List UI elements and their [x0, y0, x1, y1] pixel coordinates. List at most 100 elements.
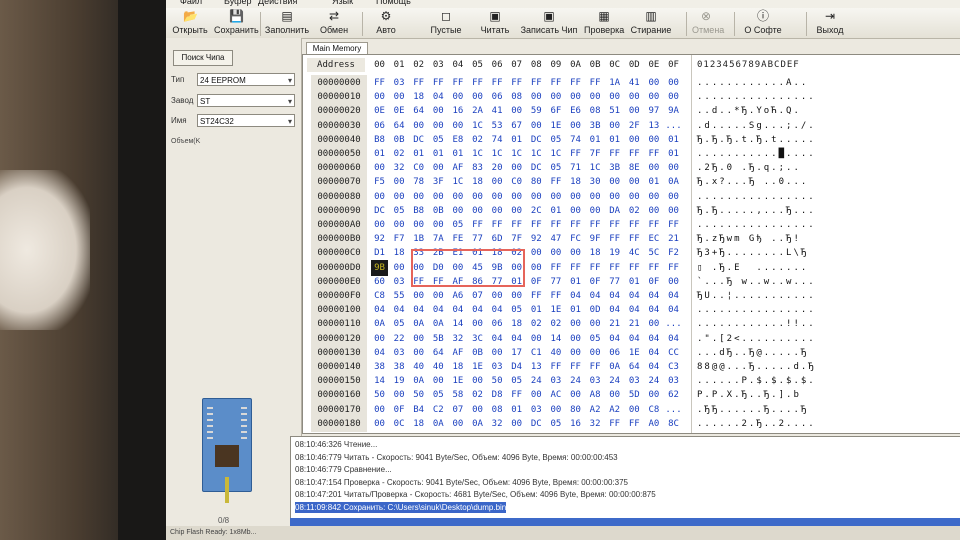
hex-ascii-divider [691, 55, 692, 433]
column-header: 0A [570, 60, 581, 70]
hex-byte[interactable]: 32 [489, 416, 506, 432]
toolbar-button: ⊗ Отмена [692, 8, 724, 38]
chip-pin [241, 407, 247, 409]
ascii-text: ......2.Ђ..2.... [697, 418, 816, 429]
toolbar-button[interactable]: ◻ Пустые [428, 8, 464, 38]
toolbar-button[interactable]: 📂 Открыть [172, 8, 208, 38]
eraser-icon: ◻ [441, 9, 451, 23]
log-panel[interactable]: 08:10:46:326 Чтение... 08:10:46:779 Читат… [290, 436, 960, 520]
column-header: 0C [609, 60, 621, 70]
ascii-header: 0123456789ABCDEF [697, 60, 800, 70]
hex-byte[interactable]: 8C [665, 416, 682, 432]
toolbar-button-label: Выход [816, 25, 844, 35]
menu-item[interactable]: Буфер [224, 0, 252, 6]
column-header: 00 [374, 60, 385, 70]
column-header: 02 [413, 60, 425, 70]
column-header: 03 [432, 60, 444, 70]
column-header: 0F [668, 60, 679, 70]
toolbar-button-label: Читать [480, 25, 510, 35]
toolbar-button[interactable]: ⇄ Обмен [316, 8, 352, 38]
hex-byte[interactable]: 18 [410, 416, 427, 432]
chip-socket-icon [202, 398, 252, 503]
toolbar-button-label: О Софте [744, 25, 782, 35]
toolbar-button[interactable]: ⇥ Выход [812, 8, 848, 38]
toolbar-button-label: Стирание [630, 25, 672, 35]
toolbar-separator [806, 12, 807, 36]
folder-open-icon: 📂 [183, 9, 198, 23]
highlight-marker [411, 249, 525, 287]
menu-bar: Файл Буфер Действия Язык Помощь [166, 0, 960, 8]
hex-byte[interactable]: FF [606, 416, 623, 432]
chip-pin [241, 431, 247, 433]
name-label: Имя [171, 116, 187, 125]
row-address: 00000180 [311, 415, 367, 432]
chip-pin [241, 425, 247, 427]
log-line: 08:10:46:779 Читать - Скорость: 9041 Byt… [295, 452, 618, 462]
column-header: 0D [628, 60, 640, 70]
hex-byte[interactable]: 00 [508, 416, 525, 432]
erase-icon: ▥ [645, 9, 657, 23]
toolbar-button[interactable]: ⚙ Авто [372, 8, 400, 38]
type-row: Тип 24 EEPROM ▾ [171, 73, 299, 87]
chevron-down-icon: ▾ [287, 76, 292, 85]
toolbar-button[interactable]: ▥ Стирание [626, 8, 676, 38]
chip-pin [207, 419, 213, 421]
memory-hex-view[interactable]: Address 00 01 02 03 04 05 06 07 08 09 0A 0B 0C 0D 0E 0F… [302, 54, 960, 434]
read-chip-icon: ▣ [489, 9, 501, 23]
menu-item[interactable]: Действия [258, 0, 297, 6]
chip-pin [241, 419, 247, 421]
column-header: 09 [550, 60, 562, 70]
auto-icon: ⚙ [380, 9, 392, 23]
hex-byte[interactable]: 00 [371, 416, 388, 432]
column-header: 06 [491, 60, 503, 70]
vendor-label: Завод [171, 96, 194, 105]
menu-item[interactable]: Файл [180, 0, 202, 6]
name-select[interactable]: ST24C32 ▾ [197, 114, 295, 127]
type-label: Тип [171, 75, 185, 84]
type-select[interactable]: 24 EEPROM ▾ [197, 73, 295, 86]
toolbar-button[interactable]: ▣ Читать [478, 8, 512, 38]
toolbar-button[interactable]: ▤ Заполнить [264, 8, 310, 38]
toolbar-button[interactable]: ▦ Проверка [584, 8, 624, 38]
toolbar-separator [686, 12, 687, 36]
vendor-row: Завод ST ▾ [171, 94, 299, 108]
toolbar-button-label: Сохранить [214, 25, 259, 35]
hex-byte[interactable]: DC [528, 416, 545, 432]
chip-body [215, 445, 239, 467]
volume-label: Объем(K [171, 138, 201, 145]
toolbar-button-label: Записать Чип [520, 25, 578, 35]
column-header: 05 [472, 60, 483, 70]
hex-byte[interactable]: A0 [645, 416, 662, 432]
status-bar: Chip Flash Ready: 1x8Mb... [166, 526, 960, 540]
menu-item[interactable]: Помощь [376, 0, 411, 6]
hex-byte[interactable]: FF [626, 416, 643, 432]
column-header: 01 [393, 60, 405, 70]
toolbar-button-label: Открыть [172, 25, 208, 35]
toolbar-button[interactable]: ⓘ О Софте [740, 8, 786, 38]
chip-pin [207, 407, 213, 409]
paper-object [0, 170, 90, 330]
hex-byte[interactable]: 0C [391, 416, 408, 432]
cancel-icon: ⊗ [700, 9, 712, 23]
hex-byte[interactable]: 32 [587, 416, 604, 432]
progress-bar [290, 518, 960, 526]
toolbar-button[interactable]: 💾 Сохранить [214, 8, 259, 38]
hex-byte[interactable]: 00 [449, 416, 466, 432]
hex-byte[interactable]: 05 [547, 416, 564, 432]
chip-pin [207, 425, 213, 427]
toolbar-button[interactable]: ▣ Записать Чип [520, 8, 578, 38]
hex-byte[interactable]: 0A [430, 416, 447, 432]
chip-pin [207, 413, 213, 415]
hex-byte[interactable]: 0A [469, 416, 486, 432]
vendor-select[interactable]: ST ▾ [197, 94, 295, 107]
toolbar: 📂 Открыть 💾 Сохранить ▤ Заполнить ⇄ Обмен ⚙ Авто ◻… [166, 8, 960, 39]
find-chip-button[interactable]: Поиск Чипа [173, 50, 233, 66]
log-line: 08:10:47:154 Проверка - Скорость: 9041 B… [295, 477, 628, 487]
fill-icon: ▤ [281, 9, 293, 23]
address-header: Address [307, 58, 365, 72]
menu-item[interactable]: Язык [332, 0, 353, 6]
write-chip-icon: ▣ [543, 9, 555, 23]
hex-byte[interactable]: 16 [567, 416, 584, 432]
chip-lead [225, 477, 229, 503]
chip-pin [207, 431, 213, 433]
